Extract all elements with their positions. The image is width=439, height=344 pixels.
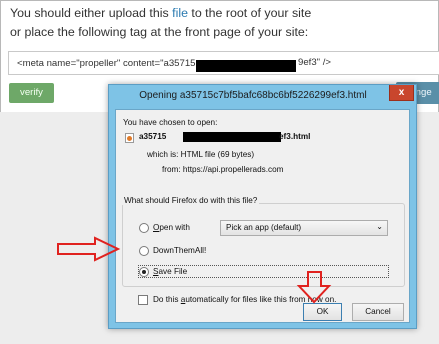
right-arrow-annotation [57,236,121,262]
down-arrow-annotation [296,271,332,304]
annotation-layer [57,236,332,304]
